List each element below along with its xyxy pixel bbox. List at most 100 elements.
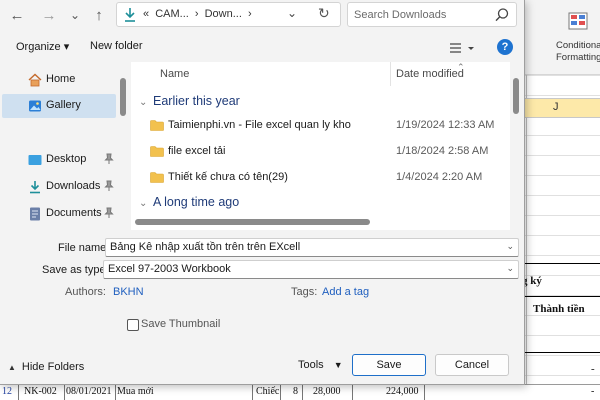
- view-options-icon[interactable]: [448, 40, 478, 56]
- file-row[interactable]: Taimienphi.vn - File excel quan ly kho 1…: [131, 114, 510, 138]
- organize-button[interactable]: Organize ▾: [16, 40, 69, 53]
- tools-label: Tools: [298, 359, 324, 371]
- cell-divider: [115, 385, 116, 400]
- cell-divider: [252, 385, 253, 400]
- file-row[interactable]: Thiết kế chưa có tên(29) 1/4/2024 2:20 A…: [131, 166, 510, 190]
- cell-date: 08/01/2021: [66, 386, 112, 397]
- navigation-bar: ← → ⌄ ↑ « CAM... › Down... › ⌄ ↻: [0, 0, 525, 30]
- horizontal-scrollbar[interactable]: [135, 219, 370, 225]
- caret-down-icon: ▼: [333, 360, 343, 370]
- add-tag-link[interactable]: Add a tag: [322, 286, 369, 298]
- address-bar[interactable]: « CAM... › Down... › ⌄ ↻: [116, 2, 341, 27]
- search-icon[interactable]: [494, 7, 510, 23]
- breadcrumb-overflow[interactable]: «: [143, 8, 149, 20]
- row-number: 12: [2, 386, 12, 397]
- documents-icon: [30, 207, 40, 221]
- sidebar-item-documents[interactable]: Documents: [2, 202, 116, 226]
- file-date: 1/4/2024 2:20 AM: [396, 171, 483, 183]
- pin-icon[interactable]: [104, 153, 114, 165]
- save-as-type-select[interactable]: Excel 97-2003 Workbook ⌄: [103, 260, 519, 279]
- search-box[interactable]: [347, 2, 517, 27]
- group-header-earlier-this-year[interactable]: ⌄ Earlier this year: [139, 94, 240, 108]
- forward-icon[interactable]: →: [38, 4, 60, 26]
- gallery-icon: [29, 100, 41, 112]
- save-button[interactable]: Save: [352, 354, 426, 376]
- file-date: 1/18/2024 2:58 AM: [396, 145, 489, 157]
- breadcrumb-item-downloads[interactable]: Down...: [205, 8, 242, 20]
- file-row[interactable]: file excel tải 1/18/2024 2:58 AM: [131, 140, 510, 164]
- tools-button[interactable]: Tools ▼: [298, 359, 343, 371]
- sidebar-item-label: Desktop: [46, 153, 87, 165]
- file-name: Thiết kế chưa có tên(29): [168, 171, 288, 183]
- sort-caret-icon: ⌃: [457, 62, 465, 72]
- sidebar-item-gallery[interactable]: Gallery: [2, 94, 116, 118]
- up-icon[interactable]: ↑: [88, 4, 110, 26]
- cell-divider: [302, 385, 303, 400]
- cell-price: 28,000: [313, 386, 341, 397]
- file-list: Name Date modified ⌃ ⌄ Earlier this year …: [131, 62, 510, 230]
- group-label: Earlier this year: [153, 94, 240, 108]
- chevron-down-icon[interactable]: ⌄: [287, 6, 297, 20]
- recent-locations-icon[interactable]: ⌄: [64, 4, 86, 26]
- sidebar-item-downloads[interactable]: Downloads: [2, 175, 116, 199]
- group-header-a-long-time-ago[interactable]: ⌄ A long time ago: [139, 195, 239, 209]
- hide-folders-button[interactable]: ▲ Hide Folders: [8, 361, 84, 373]
- download-icon: [30, 181, 40, 194]
- folder-icon: [150, 172, 164, 183]
- authors-value[interactable]: BKHN: [113, 286, 144, 298]
- cell-divider: [18, 385, 19, 400]
- cell-total: 224,000: [386, 386, 419, 397]
- table-border-top: [520, 263, 600, 264]
- cell-dash: -: [591, 386, 595, 397]
- file-name-value: Bảng Kê nhập xuất tồn trên trên EXcell: [110, 241, 301, 253]
- dialog-footer: ▲ Hide Folders Tools ▼ Save Cancel: [0, 350, 525, 384]
- save-as-type-label: Save as type:: [42, 264, 109, 276]
- sidebar-item-label: Gallery: [46, 99, 81, 111]
- excel-bottom-row[interactable]: 12 NK-002 08/01/2021 Mua mới Chiếc 8 28,…: [0, 384, 600, 400]
- vertical-scrollbar[interactable]: [513, 78, 519, 114]
- hide-folders-label: Hide Folders: [21, 361, 85, 373]
- help-icon[interactable]: ?: [497, 39, 513, 55]
- cell-divider: [64, 385, 65, 400]
- navigation-pane: Home Gallery Desktop Downloads Documents: [0, 62, 118, 230]
- cell-code: NK-002: [24, 386, 57, 397]
- table-border-bottom: [520, 352, 600, 353]
- cancel-button[interactable]: Cancel: [435, 354, 509, 376]
- column-header-date-modified[interactable]: Date modified: [396, 68, 464, 80]
- chevron-down-icon[interactable]: ⌄: [506, 241, 514, 252]
- pin-icon[interactable]: [104, 207, 114, 219]
- cell-qty: 8: [293, 386, 298, 397]
- save-as-dialog: ← → ⌄ ↑ « CAM... › Down... › ⌄ ↻ Search …: [0, 0, 525, 385]
- cell-divider: [280, 385, 281, 400]
- chevron-down-icon: ⌄: [139, 198, 148, 209]
- file-name-label: File name:: [58, 242, 110, 254]
- save-thumbnail-checkbox[interactable]: [127, 319, 139, 331]
- column-separator[interactable]: [390, 62, 391, 86]
- command-toolbar: Organize ▾ New folder ?: [0, 36, 525, 60]
- sidebar-item-home[interactable]: Home: [2, 68, 116, 92]
- group-label: A long time ago: [153, 195, 240, 209]
- back-icon[interactable]: ←: [6, 4, 28, 26]
- pin-icon[interactable]: [104, 180, 114, 192]
- conditional-formatting-icon[interactable]: [568, 12, 588, 36]
- ribbon-label-line1: Conditional: [556, 40, 600, 51]
- sidebar-scrollbar[interactable]: [120, 78, 126, 116]
- chevron-down-icon: ⌄: [139, 97, 148, 108]
- save-as-type-value: Excel 97-2003 Workbook: [108, 263, 231, 275]
- file-name-field[interactable]: Bảng Kê nhập xuất tồn trên trên EXcell ⌄: [105, 238, 519, 257]
- column-letter: J: [553, 101, 559, 113]
- ribbon-label-line2: Formatting: [556, 52, 600, 63]
- refresh-icon[interactable]: ↻: [318, 5, 330, 22]
- column-header-name[interactable]: Name: [160, 68, 189, 80]
- sidebar-item-desktop[interactable]: Desktop: [2, 148, 116, 172]
- chevron-down-icon[interactable]: ⌄: [506, 263, 514, 274]
- search-input[interactable]: [354, 7, 489, 23]
- new-folder-button[interactable]: New folder: [90, 40, 143, 52]
- download-arrow-icon: [125, 8, 135, 22]
- conditional-formatting-label[interactable]: Conditional Formatting: [556, 40, 600, 64]
- sidebar-item-label: Documents: [46, 207, 102, 219]
- cell-dash: -: [591, 363, 595, 375]
- breadcrumb-item-cam[interactable]: CAM...: [155, 8, 189, 20]
- column-header[interactable]: [520, 98, 600, 118]
- save-thumbnail-label[interactable]: Save Thumbnail: [141, 318, 220, 330]
